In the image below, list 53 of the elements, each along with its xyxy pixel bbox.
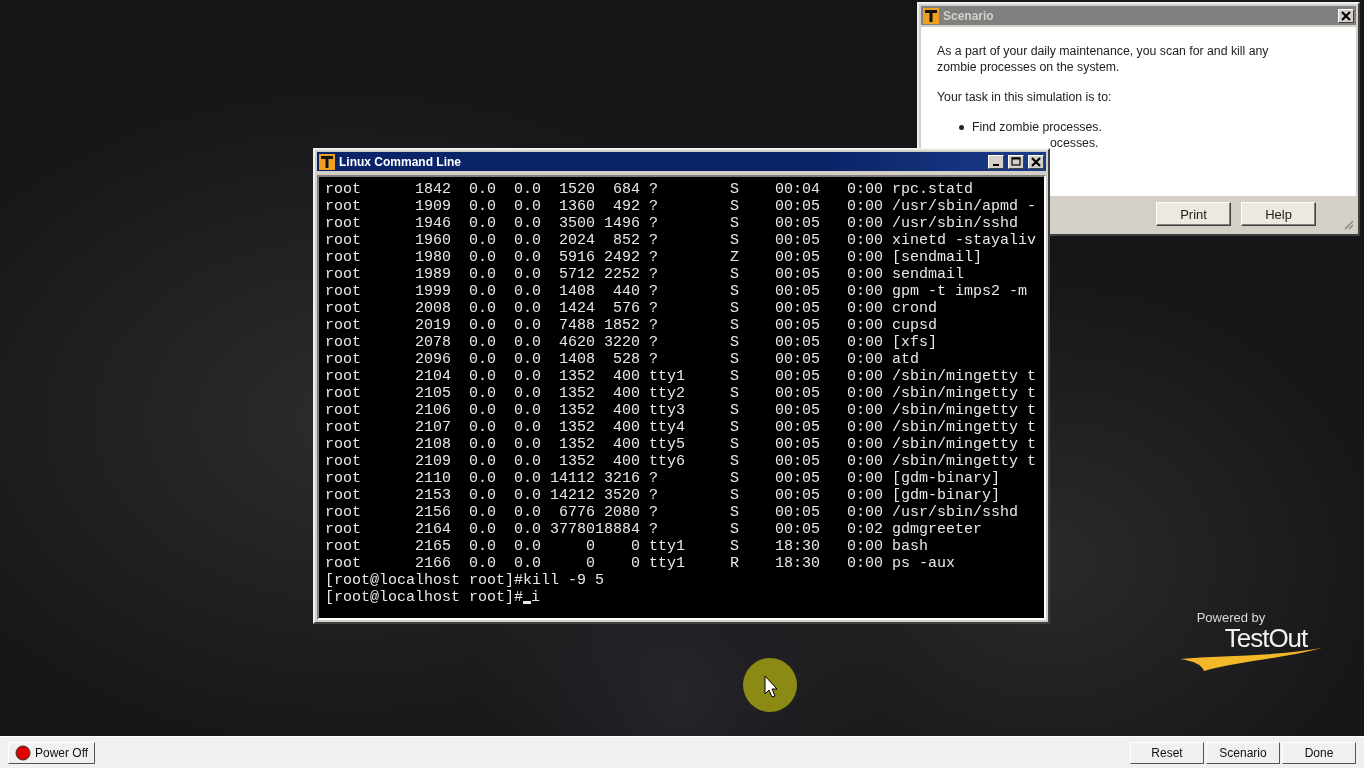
minimize-icon bbox=[993, 163, 999, 166]
close-button[interactable] bbox=[1338, 8, 1354, 23]
terminal-line: root 2108 0.0 0.0 1352 400 tty5 S 00:05 0:00 /sbin/mingetty t bbox=[325, 436, 1037, 453]
minimize-button[interactable] bbox=[988, 154, 1004, 169]
window-title: Linux Command Line bbox=[339, 154, 462, 169]
scenario-text: As a part of your daily maintenance, you scan for and kill any zombie processes on the system. bbox=[937, 43, 1270, 75]
taskbar-button[interactable]: Done bbox=[1282, 741, 1356, 764]
power-icon bbox=[15, 744, 31, 761]
task-item: Find zombie processes. bbox=[972, 120, 1102, 134]
power-off-button[interactable]: Power Off bbox=[8, 741, 96, 764]
window-title: Scenario bbox=[943, 8, 995, 23]
taskbar-button[interactable]: Reset bbox=[1130, 741, 1204, 764]
terminal-line: root 2164 0.0 0.0 3778018884 ? S 00:05 0:02 gdmgreeter bbox=[325, 521, 983, 538]
terminal-line: root 2105 0.0 0.0 1352 400 tty2 S 00:05 0:00 /sbin/mingetty t bbox=[325, 385, 1037, 402]
terminal-line: root 1980 0.0 0.0 5916 2492 ? Z 00:05 0:00 [sendmail] bbox=[325, 249, 983, 266]
terminal-line: root 1909 0.0 0.0 1360 492 ? S 00:05 0:00 /usr/sbin/apmd - bbox=[325, 198, 1037, 215]
terminal-line: root 2078 0.0 0.0 4620 3220 ? S 00:05 0:00 [xfs] bbox=[325, 334, 938, 351]
terminal-input[interactable]: i bbox=[531, 589, 541, 606]
text-cursor-icon bbox=[523, 601, 532, 604]
terminal-line: root 2110 0.0 0.0 14112 3216 ? S 00:05 0:00 [gdm-binary] bbox=[325, 470, 1001, 487]
terminal-line: root 2165 0.0 0.0 0 0 tty1 S 18:30 0:00 bash bbox=[325, 538, 929, 555]
t-logo-icon bbox=[319, 153, 335, 170]
terminal-line: root 1946 0.0 0.0 3500 1496 ? S 00:05 0:00 /usr/sbin/sshd bbox=[325, 215, 1019, 232]
terminal-line: root 2156 0.0 0.0 6776 2080 ? S 00:05 0:00 /usr/sbin/sshd bbox=[325, 504, 1019, 521]
terminal-line: [root@localhost root]#kill -9 5 bbox=[325, 572, 605, 589]
task-item: ocesses. bbox=[1050, 136, 1099, 150]
terminal-line: root 1999 0.0 0.0 1408 440 ? S 00:05 0:00 gpm -t imps2 -m bbox=[325, 283, 1028, 300]
terminal-line: root 1989 0.0 0.0 5712 2252 ? S 00:05 0:00 sendmail bbox=[325, 266, 965, 283]
terminal-line: root 2019 0.0 0.0 7488 1852 ? S 00:05 0:00 cupsd bbox=[325, 317, 938, 334]
terminal-line: root 2153 0.0 0.0 14212 3520 ? S 00:05 0:00 [gdm-binary] bbox=[325, 487, 1001, 504]
terminal-line: root 2106 0.0 0.0 1352 400 tty3 S 00:05 0:00 /sbin/mingetty t bbox=[325, 402, 1037, 419]
dialog-button[interactable]: Help bbox=[1241, 202, 1316, 226]
swoosh-icon bbox=[1180, 645, 1322, 671]
t-logo-icon bbox=[923, 7, 939, 24]
dialog-button[interactable]: Print bbox=[1156, 202, 1231, 226]
scenario-text: Your task in this simulation is to: bbox=[937, 89, 1113, 105]
terminal-line: root 2107 0.0 0.0 1352 400 tty4 S 00:05 0:00 /sbin/mingetty t bbox=[325, 419, 1037, 436]
logo-tagline: Powered by bbox=[1196, 610, 1266, 625]
logo-name: TestOut bbox=[1224, 625, 1308, 651]
terminal-prompt: [root@localhost root]# bbox=[325, 589, 524, 606]
mouse-pointer-icon bbox=[742, 657, 798, 713]
terminal-line: root 2096 0.0 0.0 1408 528 ? S 00:05 0:00 atd bbox=[325, 351, 920, 368]
bullet-icon bbox=[959, 124, 964, 130]
taskbar-button[interactable]: Scenario bbox=[1206, 741, 1280, 764]
maximize-button[interactable] bbox=[1008, 154, 1024, 169]
close-button[interactable] bbox=[1028, 154, 1044, 169]
terminal-line: root 2104 0.0 0.0 1352 400 tty1 S 00:05 0:00 /sbin/mingetty t bbox=[325, 368, 1037, 385]
terminal-line: root 1842 0.0 0.0 1520 684 ? S 00:04 0:00 rpc.statd bbox=[325, 181, 974, 198]
terminal-line: root 2166 0.0 0.0 0 0 tty1 R 18:30 0:00 ps -aux bbox=[325, 555, 956, 572]
terminal-line: root 1960 0.0 0.0 2024 852 ? S 00:05 0:00 xinetd -stayaliv bbox=[325, 232, 1037, 249]
resize-grip-icon[interactable] bbox=[1342, 218, 1354, 230]
terminal-line: root 2008 0.0 0.0 1424 576 ? S 00:05 0:00 crond bbox=[325, 300, 938, 317]
terminal-line: root 2109 0.0 0.0 1352 400 tty6 S 00:05 0:00 /sbin/mingetty t bbox=[325, 453, 1037, 470]
